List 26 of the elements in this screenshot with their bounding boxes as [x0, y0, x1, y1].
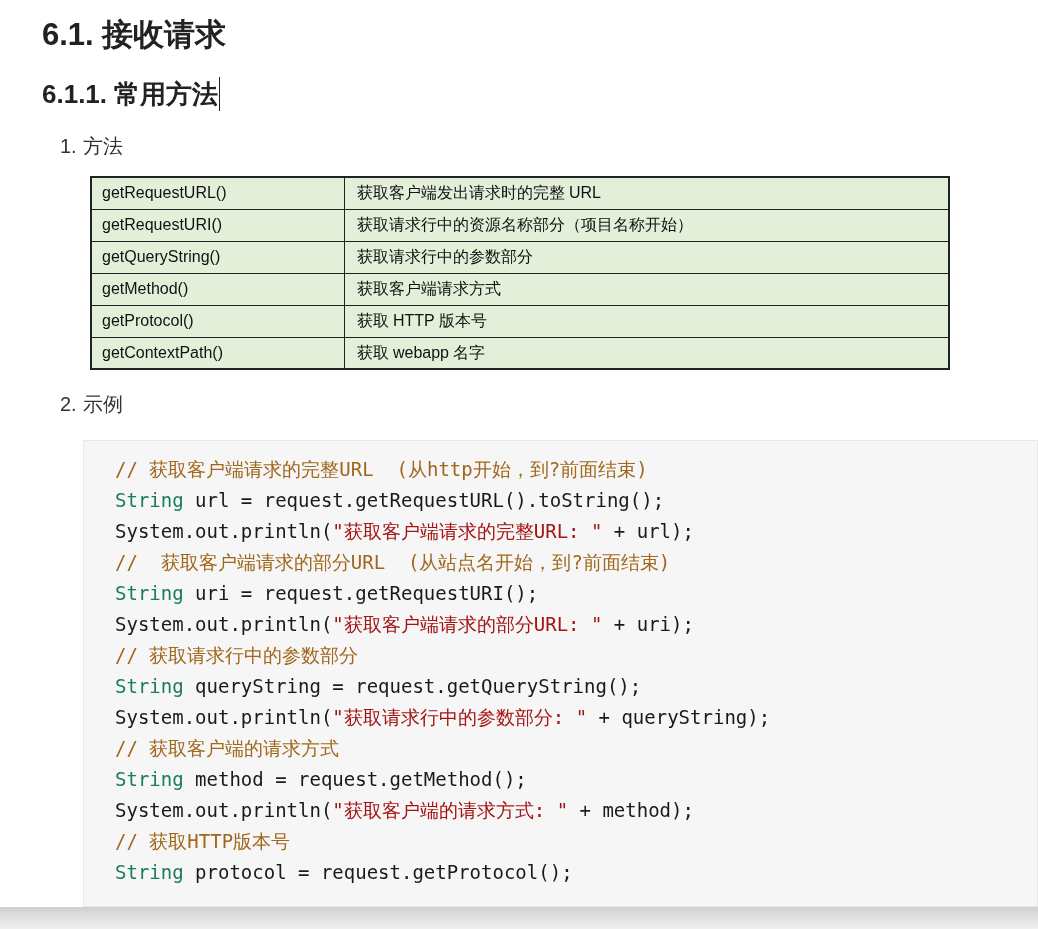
code-line: System.out.println("获取客户端请求的完整URL: " + url);	[115, 519, 694, 544]
code-line: String uri = request.getRequestURI();	[115, 581, 539, 606]
code-line: String protocol = request.getProtocol();	[115, 860, 573, 885]
table-cell: getRequestURI()	[91, 209, 344, 241]
code-line: // 获取客户端请求的部分URL (从站点名开始，到?前面结束)	[115, 550, 671, 575]
text-cursor	[219, 77, 221, 111]
section-heading: 6.1. 接收请求	[42, 16, 227, 54]
code-line: System.out.println("获取客户端的请求方式: " + method);	[115, 798, 694, 823]
code-line: String queryString = request.getQueryString();	[115, 674, 642, 699]
code-line: System.out.println("获取请求行中的参数部分: " + queryString);	[115, 705, 771, 730]
code-line: System.out.println("获取客户端请求的部分URL: " + uri);	[115, 612, 694, 637]
subsection-heading: 6.1.1. 常用方法	[42, 78, 219, 111]
table-cell: getRequestURL()	[91, 177, 344, 209]
list-item: 方法	[82, 134, 123, 159]
list-number: 2.	[60, 392, 77, 417]
code-line: // 获取HTTP版本号	[115, 829, 291, 854]
code-line: // 获取请求行中的参数部分	[115, 643, 359, 668]
code-line: String url = request.getRequestURL().toString();	[115, 488, 665, 513]
code-line: String method = request.getMethod();	[115, 767, 527, 792]
list-item: 示例	[82, 392, 123, 417]
code-line: // 获取客户端请求的完整URL (从http开始，到?前面结束)	[115, 457, 648, 482]
code-line: // 获取客户端的请求方式	[115, 736, 340, 761]
table-cell: getProtocol()	[91, 305, 344, 337]
table-cell: getQueryString()	[91, 241, 344, 273]
list-number: 1.	[60, 134, 77, 159]
table-cell: getMethod()	[91, 273, 344, 305]
